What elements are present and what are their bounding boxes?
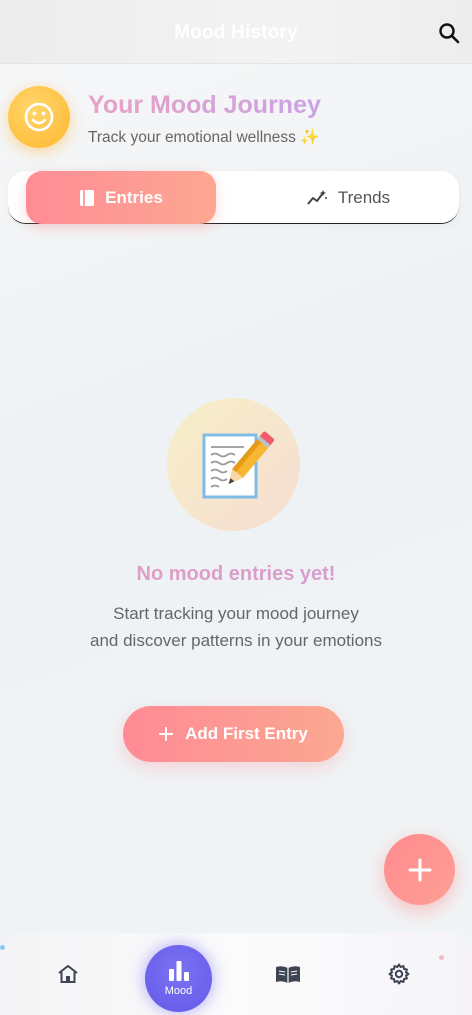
nav-mood-label: Mood <box>164 985 193 997</box>
home-icon <box>58 965 78 983</box>
search-button[interactable] <box>434 18 464 48</box>
bottom-nav: Mood <box>0 933 472 1015</box>
trend-icon <box>307 189 327 205</box>
decorative-dot <box>0 945 5 950</box>
add-first-entry-button[interactable]: Add First Entry <box>123 706 344 762</box>
bar-chart-icon <box>168 961 189 981</box>
empty-state-description-line2: and discover patterns in your emotions <box>90 631 382 650</box>
decorative-dot <box>439 955 444 960</box>
search-icon <box>439 23 460 44</box>
nav-journal[interactable] <box>258 933 318 1015</box>
tab-trends-label: Trends <box>337 187 391 207</box>
tab-entries[interactable]: Entries <box>26 171 216 224</box>
book-open-icon <box>276 966 300 983</box>
empty-state-description-line1: Start tracking your mood journey <box>113 604 359 623</box>
tab-entries-label: Entries <box>105 187 163 207</box>
tab-trends[interactable]: Trends <box>248 171 448 224</box>
book-icon <box>80 189 95 206</box>
memo-pencil-icon <box>202 431 274 498</box>
nav-mood[interactable]: Mood <box>145 945 212 1012</box>
app-bar: Mood History <box>0 0 472 64</box>
nav-settings[interactable] <box>369 933 429 1015</box>
add-first-entry-label: Add First Entry <box>185 724 308 743</box>
tab-bar: Entries Trends <box>8 171 459 224</box>
empty-state-title: No mood entries yet! <box>0 563 472 586</box>
journey-subtitle: Track your emotional wellness ✨ <box>88 129 320 146</box>
plus-icon <box>408 858 431 881</box>
gear-icon <box>388 963 410 985</box>
mood-avatar <box>8 86 70 148</box>
smiley-icon <box>24 102 54 132</box>
journey-header: Your Mood Journey Track your emotional w… <box>0 86 472 152</box>
page-title: Mood History <box>174 22 298 43</box>
empty-state-illustration <box>167 398 300 531</box>
nav-home[interactable] <box>38 933 98 1015</box>
journey-title: Your Mood Journey <box>88 91 321 119</box>
empty-state-description: Start tracking your mood journey and dis… <box>0 600 472 654</box>
plus-icon <box>159 727 174 741</box>
add-entry-fab[interactable] <box>384 834 455 905</box>
